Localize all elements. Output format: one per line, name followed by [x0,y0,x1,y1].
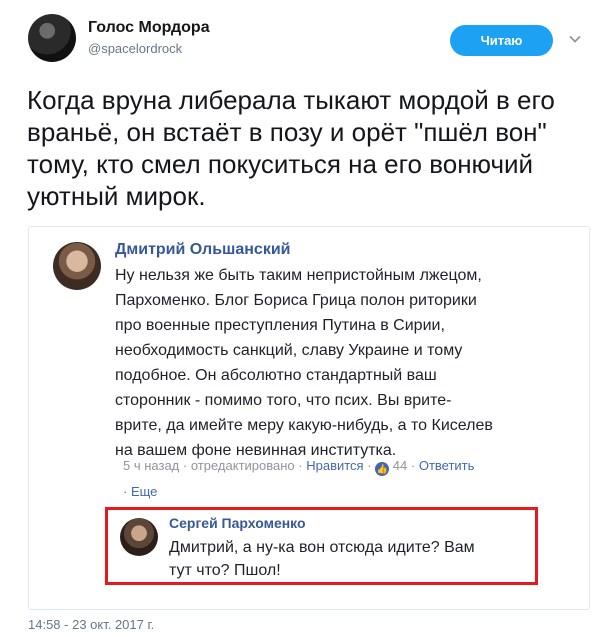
tweet-media[interactable]: Дмитрий Ольшанский Ну нельзя же быть так… [28,226,590,610]
reply-author: Сергей Пархоменко [169,515,306,531]
comment-edited: отредактировано [190,458,295,473]
comment-more-link: · Еще [123,484,158,499]
comment-time: 5 ч назад [123,458,180,473]
chevron-down-icon[interactable] [568,32,582,46]
follow-button[interactable]: Читаю [450,25,553,56]
comment-text: Ну нельзя же быть таким непристойным лже… [115,267,493,459]
comment-author: Дмитрий Ольшанский [115,241,291,258]
commenter-avatar [53,242,101,290]
tweet-timestamp[interactable]: 14:58 - 23 окт. 2017 г. [28,617,154,632]
tweet-text: Когда вруна либерала тыкают мордой в его… [27,85,555,211]
author-handle[interactable]: @spacelordrock [88,41,182,56]
author-avatar[interactable] [28,14,76,62]
comment-meta: 5 ч назад · отредактировано · Нравится ·… [123,458,475,476]
author-name[interactable]: Голос Мордора [88,19,210,37]
like-icon: 👍 [375,462,390,476]
reply-avatar [120,518,158,556]
reply-text: Дмитрий, а ну-ка вон отсюда идите? Вам т… [169,539,475,579]
comment-like-link: Нравится [306,458,364,473]
comment-reply-link: Ответить [418,458,475,473]
like-count: 44 [392,458,408,473]
